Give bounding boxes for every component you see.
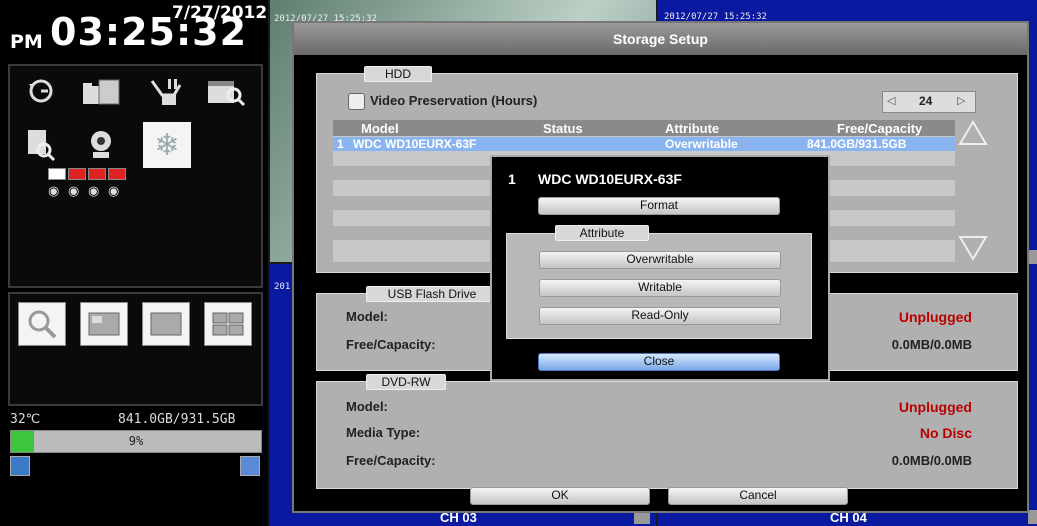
row-index: 1 (337, 137, 344, 151)
ok-button[interactable]: OK (470, 487, 650, 505)
video-preservation-label: Video Preservation (Hours) (370, 93, 538, 108)
usb-model-value: Unplugged (898, 309, 972, 325)
clock-time: 03:25:32 (50, 10, 248, 54)
webcam-icon[interactable] (80, 126, 122, 164)
attribute-section: Attribute Overwritable Writable Read-Onl… (506, 225, 812, 339)
hand-icon[interactable] (145, 72, 187, 110)
replay-icon[interactable] (20, 72, 62, 110)
channel-3-timestamp: 201 (274, 282, 291, 292)
dvd-media-value: No Disc (919, 425, 972, 441)
dvd-capacity-label: Free/Capacity: (346, 453, 436, 468)
side-arrow-icon[interactable] (1028, 510, 1037, 524)
camera-icon: ◉ (48, 184, 60, 199)
hdd-attribute-popup: 1 WDC WD10EURX-63F Format Attribute Over… (490, 155, 830, 381)
channel-status-box (108, 168, 126, 180)
writable-button[interactable]: Writable (539, 279, 781, 297)
side-arrow-icon[interactable] (1028, 250, 1037, 264)
close-button[interactable]: Close (538, 353, 780, 371)
layout-panel (8, 292, 263, 406)
preservation-value: 24 (919, 94, 933, 108)
table-header: Model Status Attribute Free/Capacity (333, 120, 955, 136)
video-preservation-checkbox[interactable] (348, 93, 365, 110)
row-attribute: Overwritable (665, 137, 738, 151)
column-header-status: Status (543, 121, 583, 136)
usb-capacity-label: Free/Capacity: (346, 337, 436, 352)
dvd-tab: DVD-RW (366, 374, 446, 390)
channel-status-box (88, 168, 106, 180)
search-document-icon[interactable] (20, 126, 62, 164)
usb-model-label: Model: (346, 309, 388, 324)
dialog-title: Storage Setup (294, 23, 1027, 55)
camera-icon: ◉ (68, 184, 80, 199)
scroll-up-icon[interactable] (958, 118, 988, 148)
attribute-tab: Attribute (555, 225, 649, 241)
user-icon[interactable] (240, 456, 260, 476)
popup-index: 1 (508, 171, 516, 187)
dvd-model-label: Model: (346, 399, 388, 414)
column-header-capacity: Free/Capacity (837, 121, 923, 136)
column-header-attribute: Attribute (665, 121, 720, 136)
calendar-search-icon[interactable] (205, 72, 247, 110)
scroll-down-icon[interactable] (958, 233, 988, 263)
dvd-capacity-value: 0.0MB/0.0MB (891, 453, 972, 468)
hdd-capacity-readout: 841.0GB/931.5GB (118, 412, 236, 427)
function-icon-panel: ❄ ◉ ◉ ◉ ◉ (8, 64, 263, 288)
spinner-left-icon[interactable]: ◁ (887, 94, 895, 107)
table-row[interactable]: 1 WDC WD10EURX-63F Overwritable 841.0GB/… (333, 137, 955, 151)
channel-status-box (48, 168, 66, 180)
read-only-button[interactable]: Read-Only (539, 307, 781, 325)
channel-status-box (68, 168, 86, 180)
quad-layout-icon[interactable] (204, 302, 252, 346)
format-button[interactable]: Format (538, 197, 780, 215)
spinner-right-icon[interactable]: ▷ (957, 94, 965, 107)
single-layout-icon[interactable] (142, 302, 190, 346)
dvd-model-value: Unplugged (898, 399, 972, 415)
folder-icon[interactable] (80, 72, 122, 110)
usb-capacity-value: 0.0MB/0.0MB (891, 337, 972, 352)
temperature-readout: 32℃ (10, 412, 41, 427)
column-header-model: Model (361, 121, 399, 136)
row-model: WDC WD10EURX-63F (353, 137, 477, 151)
network-icon[interactable] (10, 456, 30, 476)
pip-layout-icon[interactable] (80, 302, 128, 346)
cancel-button[interactable]: Cancel (668, 487, 848, 505)
preservation-spinner[interactable]: ◁ 24 ▷ (882, 91, 976, 113)
camera-icon: ◉ (88, 184, 100, 199)
camera-status-row: ◉ ◉ ◉ ◉ (48, 184, 126, 199)
zoom-search-icon[interactable] (18, 302, 66, 346)
row-capacity: 841.0GB/931.5GB (807, 137, 907, 151)
popup-title: WDC WD10EURX-63F (538, 171, 682, 187)
hdd-tab: HDD (364, 66, 432, 82)
camera-icon: ◉ (108, 184, 120, 199)
hdd-usage-percent: 9% (128, 434, 144, 448)
freeze-icon[interactable]: ❄ (143, 122, 191, 168)
clock-ampm: PM (10, 31, 43, 53)
hdd-usage-bar: 9% (10, 430, 262, 453)
overwritable-button[interactable]: Overwritable (539, 251, 781, 269)
channel-status-row (48, 168, 126, 180)
left-panel: 7/27/2012 PM 03:25:32 ❄ ◉ ◉ ◉ ◉ 32℃ 841.… (0, 0, 268, 526)
usb-tab: USB Flash Drive (366, 286, 498, 302)
dvd-media-label: Media Type: (346, 425, 421, 440)
